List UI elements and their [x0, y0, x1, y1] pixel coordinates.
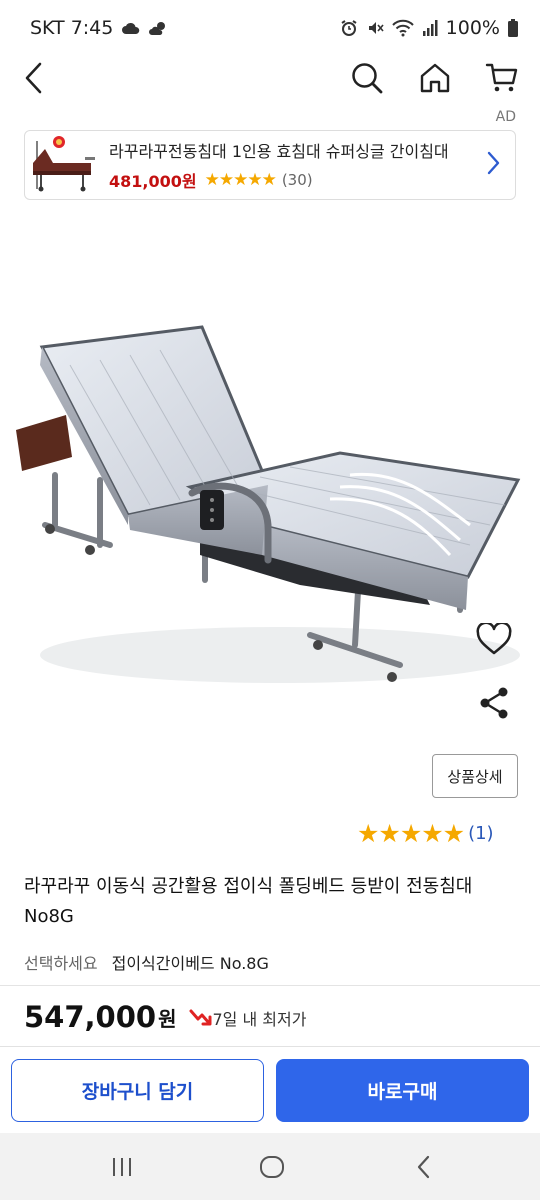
trend-down-icon	[189, 1009, 211, 1026]
electric-bed-image	[16, 325, 521, 683]
top-navigation	[0, 56, 540, 100]
ad-info: 라꾸라꾸전동침대 1인용 효침대 슈퍼싱글 간이침대 481,000원 ★★★★…	[109, 138, 485, 192]
ad-chevron-right-icon	[485, 150, 505, 180]
product-title: 라꾸라꾸 이동식 공간활용 접이식 폴딩베드 등받이 전동침대 No8G	[24, 876, 473, 927]
rating-count: (1)	[468, 823, 494, 844]
home-nav-button[interactable]	[250, 1147, 294, 1187]
ad-thumbnail	[27, 133, 99, 197]
status-right: 100%	[340, 17, 518, 39]
share-button[interactable]	[474, 683, 514, 723]
wifi-icon	[391, 19, 414, 37]
cart-button[interactable]	[480, 56, 524, 100]
price-row: 547,000 원 7일 내 최저가	[24, 1000, 306, 1034]
battery-percent: 100%	[445, 17, 500, 39]
ad-banner[interactable]: 라꾸라꾸전동침대 1인용 효침대 슈퍼싱글 간이침대 481,000원 ★★★★…	[24, 130, 516, 200]
status-left: SKT 7:45	[30, 17, 169, 39]
ad-star-rating: ★★★★★	[204, 170, 277, 190]
ad-title: 라꾸라꾸전동침대 1인용 효침대 슈퍼싱글 간이침대	[109, 142, 449, 161]
search-icon	[352, 63, 383, 94]
divider	[0, 985, 540, 986]
cloud-icon	[122, 22, 140, 34]
heart-icon	[476, 623, 512, 655]
home-button[interactable]	[413, 56, 457, 100]
option-label: 선택하세요	[24, 954, 98, 973]
recent-apps-icon	[113, 1158, 131, 1176]
buy-now-button[interactable]: 바로구매	[276, 1059, 529, 1122]
back-button[interactable]	[12, 56, 56, 100]
option-value: 접이식간이베드 No.8G	[111, 954, 269, 973]
rating-stars: ★★★★★	[357, 819, 465, 848]
share-icon	[480, 687, 508, 719]
back-chevron-icon	[417, 1155, 430, 1179]
ad-price: 481,000원	[109, 172, 197, 191]
alarm-icon	[341, 20, 357, 36]
product-detail-button[interactable]: 상품상세	[432, 754, 518, 798]
price: 547,000	[24, 1000, 157, 1034]
weather-icon	[149, 22, 166, 35]
option-selector[interactable]: 선택하세요 접이식간이베드 No.8G	[24, 950, 269, 974]
product-rating[interactable]: ★★★★★ (1)	[357, 819, 494, 848]
mute-icon	[368, 22, 384, 34]
cart-icon	[485, 63, 518, 92]
status-bar: SKT 7:45 100%	[0, 0, 540, 56]
battery-icon	[508, 19, 518, 37]
lowest-price-text: 7일 내 최저가	[212, 1010, 307, 1029]
search-button[interactable]	[345, 56, 389, 100]
ad-label: AD	[495, 109, 516, 125]
product-image[interactable]	[0, 225, 540, 745]
back-arrow-icon	[25, 62, 42, 94]
bottom-action-bar: 장바구니 담기 바로구매	[0, 1046, 540, 1133]
lowest-price-badge: 7일 내 최저가	[189, 1006, 307, 1030]
ad-meta: 481,000원 ★★★★★ (30)	[109, 168, 485, 192]
add-to-cart-button[interactable]: 장바구니 담기	[11, 1059, 264, 1122]
home-circle-icon	[260, 1156, 284, 1178]
system-navigation-bar	[0, 1133, 540, 1200]
recent-apps-button[interactable]	[100, 1147, 144, 1187]
home-icon	[420, 63, 450, 93]
ad-bed-image	[33, 136, 95, 192]
wishlist-button[interactable]	[474, 619, 514, 659]
ad-review-count: (30)	[281, 171, 313, 189]
price-unit: 원	[158, 1007, 177, 1031]
carrier-time: SKT 7:45	[30, 17, 114, 39]
back-nav-button[interactable]	[402, 1147, 446, 1187]
signal-icon	[422, 20, 438, 36]
